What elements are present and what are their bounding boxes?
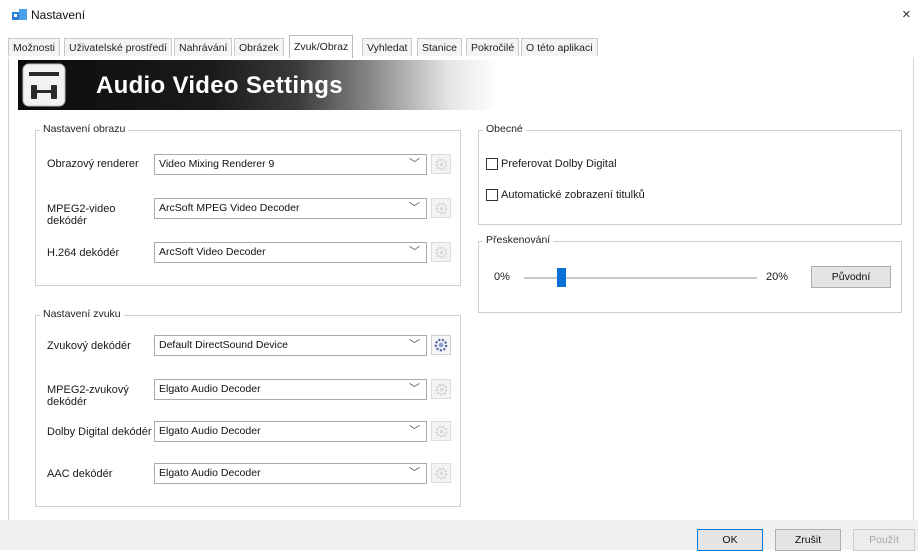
- mpeg2-video-settings-button[interactable]: [431, 198, 451, 218]
- mpeg2-video-decoder-value: ArcSoft MPEG Video Decoder: [159, 202, 300, 214]
- h264-decoder-label: H.264 dekódér: [47, 247, 120, 259]
- video-renderer-select[interactable]: Video Mixing Renderer 9 ﹀: [154, 154, 427, 175]
- tab-nahravani[interactable]: Nahrávání: [174, 38, 233, 56]
- ok-button[interactable]: OK: [697, 529, 763, 551]
- mpeg2-audio-decoder-select[interactable]: Elgato Audio Decoder ﹀: [154, 379, 427, 400]
- title-bar: [0, 0, 918, 30]
- h264-settings-button[interactable]: [431, 242, 451, 262]
- tab-strip: Možnosti Uživatelské prostředí Nahrávání…: [8, 35, 914, 58]
- mpeg2-video-decoder-label: MPEG2-video dekódér: [47, 203, 116, 227]
- gear-icon: [435, 202, 447, 214]
- video-renderer-label: Obrazový renderer: [47, 158, 139, 170]
- gear-icon: [435, 158, 447, 170]
- app-icon: [12, 9, 27, 21]
- aac-decoder-label: AAC dekódér: [47, 468, 113, 480]
- window-title: Nastavení: [31, 8, 86, 22]
- audio-decoder-settings-button[interactable]: [431, 335, 451, 355]
- general-group: [478, 130, 902, 225]
- audio-settings-label: Nastavení zvuku: [40, 308, 124, 320]
- audio-video-icon: [22, 63, 66, 107]
- auto-subtitles-label: Automatické zobrazení titulků: [501, 189, 645, 201]
- mpeg2-audio-decoder-label: MPEG2-zvukový dekódér: [47, 384, 129, 408]
- close-icon[interactable]: ×: [902, 6, 918, 24]
- chevron-down-icon: ﹀: [409, 202, 420, 214]
- video-renderer-value: Video Mixing Renderer 9: [159, 158, 275, 170]
- h264-decoder-select[interactable]: ArcSoft Video Decoder ﹀: [154, 242, 427, 263]
- tab-pokrocile[interactable]: Pokročilé: [466, 38, 520, 56]
- chevron-down-icon: ﹀: [409, 467, 420, 479]
- gear-icon: [434, 338, 448, 352]
- overscan-min-label: 0%: [494, 271, 510, 283]
- overscan-max-label: 20%: [766, 271, 789, 283]
- chevron-down-icon: ﹀: [409, 158, 420, 170]
- auto-subtitles-checkbox[interactable]: [486, 189, 498, 201]
- tab-obrazek[interactable]: Obrázek: [234, 38, 284, 56]
- dolby-digital-decoder-value: Elgato Audio Decoder: [159, 425, 261, 437]
- banner-title: Audio Video Settings: [96, 72, 343, 99]
- audio-decoder-select[interactable]: Default DirectSound Device ﹀: [154, 335, 427, 356]
- overscan-slider-thumb[interactable]: [557, 268, 567, 287]
- prefer-dolby-checkbox[interactable]: [486, 158, 498, 170]
- chevron-down-icon: ﹀: [409, 425, 420, 437]
- overscan-label: Přeskenování: [483, 234, 554, 246]
- video-renderer-settings-button[interactable]: [431, 154, 451, 174]
- chevron-down-icon: ﹀: [409, 383, 420, 395]
- mpeg2-audio-decoder-value: Elgato Audio Decoder: [159, 383, 261, 395]
- audio-decoder-value: Default DirectSound Device: [159, 339, 288, 351]
- mpeg2-audio-settings-button[interactable]: [431, 379, 451, 399]
- tab-zvuk-obraz[interactable]: Zvuk/Obraz: [289, 35, 354, 58]
- gear-icon: [435, 467, 447, 479]
- audio-decoder-label: Zvukový dekódér: [47, 340, 131, 352]
- tab-moznosti[interactable]: Možnosti: [8, 38, 61, 56]
- gear-icon: [435, 383, 447, 395]
- tab-vyhledat[interactable]: Vyhledat: [362, 38, 413, 56]
- cancel-button[interactable]: Zrušit: [775, 529, 841, 551]
- mpeg2-video-decoder-select[interactable]: ArcSoft MPEG Video Decoder ﹀: [154, 198, 427, 219]
- general-label: Obecné: [483, 123, 526, 135]
- chevron-down-icon: ﹀: [409, 339, 420, 351]
- video-settings-label: Nastavení obrazu: [40, 123, 129, 135]
- dolby-digital-decoder-label: Dolby Digital dekódér: [47, 426, 152, 438]
- gear-icon: [435, 425, 447, 437]
- reset-overscan-button[interactable]: Původní: [811, 266, 891, 288]
- aac-settings-button[interactable]: [431, 463, 451, 483]
- prefer-dolby-label: Preferovat Dolby Digital: [501, 158, 617, 170]
- gear-icon: [435, 246, 447, 258]
- aac-decoder-value: Elgato Audio Decoder: [159, 467, 261, 479]
- apply-button: Použít: [853, 529, 915, 551]
- tab-stanice[interactable]: Stanice: [417, 38, 463, 56]
- h264-decoder-value: ArcSoft Video Decoder: [159, 246, 266, 258]
- chevron-down-icon: ﹀: [409, 246, 420, 258]
- tab-o-teto-aplikaci[interactable]: O této aplikaci: [521, 38, 598, 56]
- aac-decoder-select[interactable]: Elgato Audio Decoder ﹀: [154, 463, 427, 484]
- dolby-digital-settings-button[interactable]: [431, 421, 451, 441]
- dolby-digital-decoder-select[interactable]: Elgato Audio Decoder ﹀: [154, 421, 427, 442]
- tab-uzivatelske-prostredi[interactable]: Uživatelské prostředí: [64, 38, 173, 56]
